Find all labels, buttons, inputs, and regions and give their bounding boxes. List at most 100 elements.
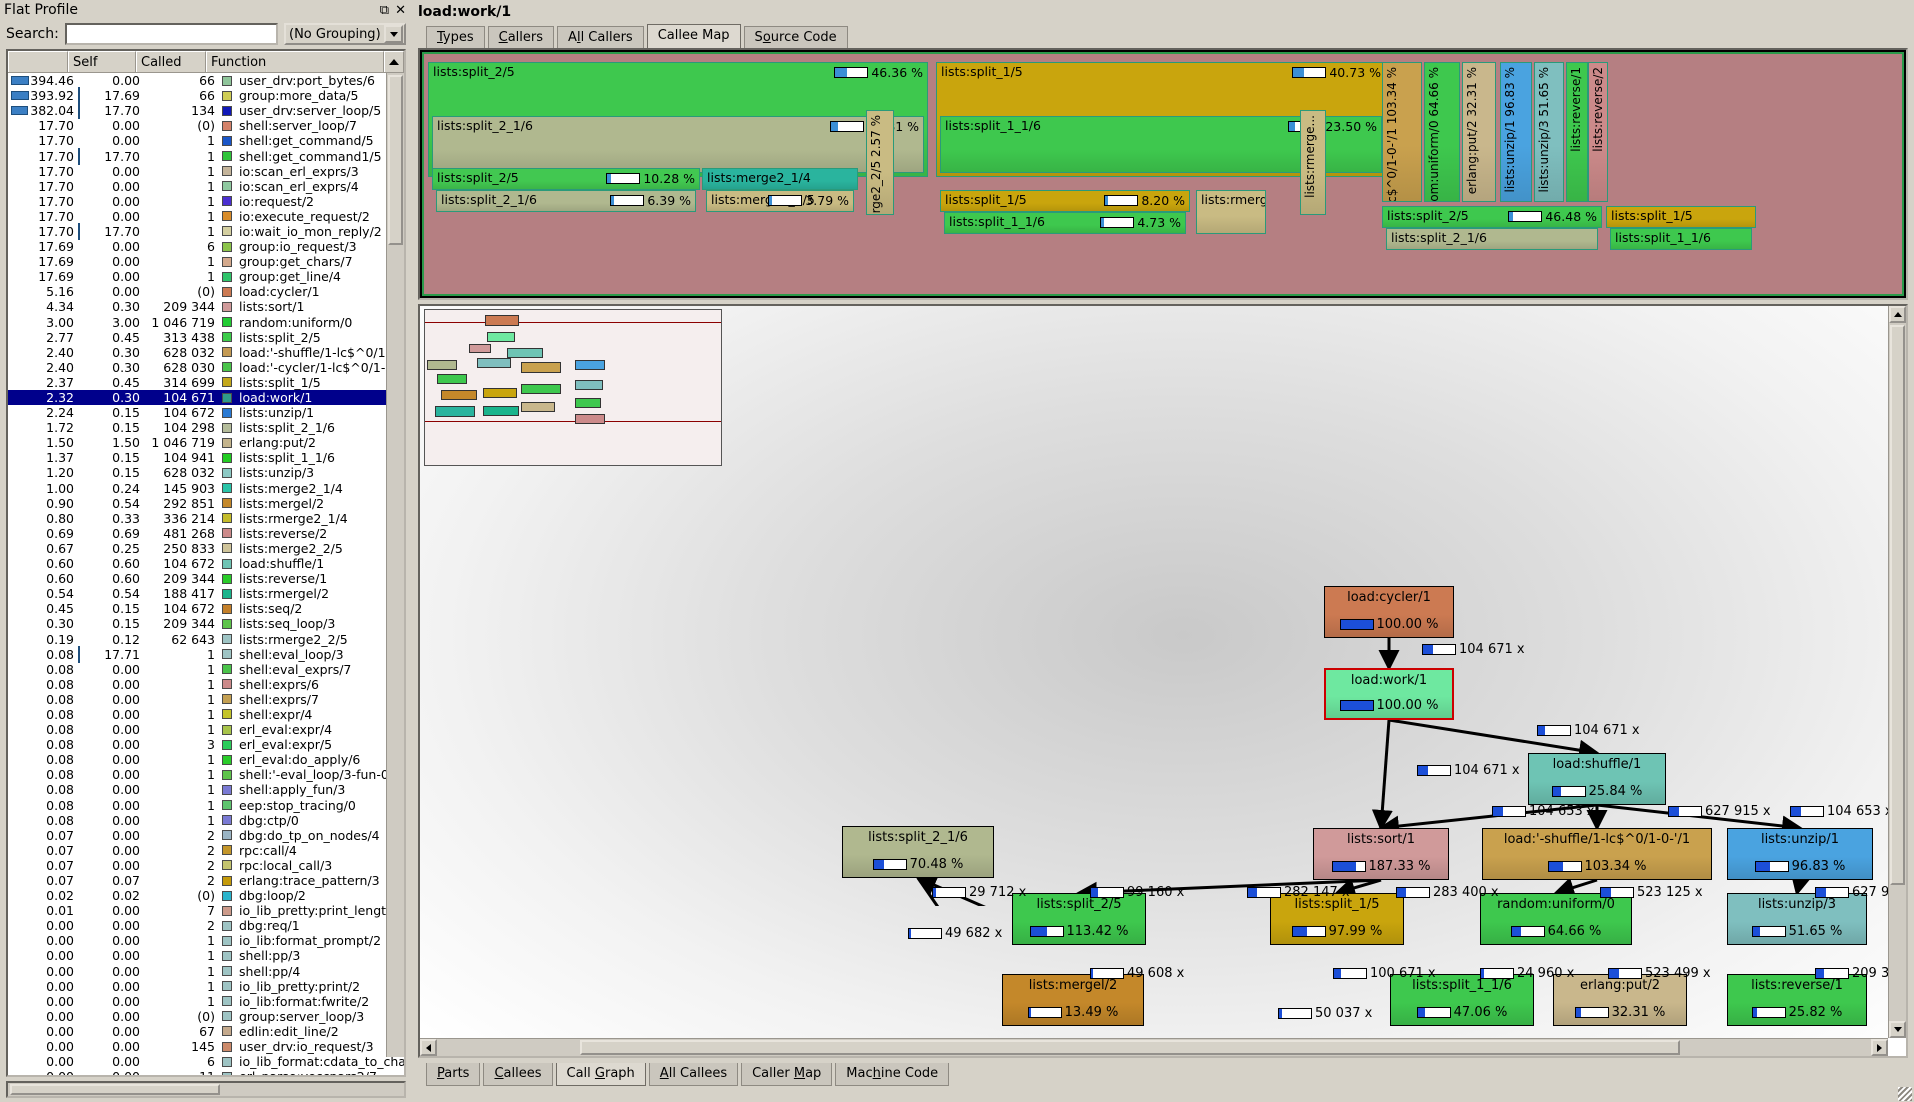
- table-row[interactable]: 0.00 0.00 1 io_lib_pretty:print/2: [8, 979, 404, 994]
- treemap-tile[interactable]: random:uniform/0 64.66 %: [1424, 62, 1460, 202]
- graph-node[interactable]: lists:split_2_1/6 70.48 %: [842, 826, 994, 878]
- scroll-up-icon[interactable]: [384, 51, 404, 72]
- treemap-tile[interactable]: lists:split_1_1/6 4.73 %: [944, 212, 1186, 234]
- treemap-tile[interactable]: lists:split_1/5 8.20 %: [940, 190, 1190, 212]
- table-row[interactable]: 0.00 0.00 6 io_lib_format:cdata_to_char...: [8, 1054, 404, 1069]
- chevron-down-icon[interactable]: [384, 25, 403, 43]
- float-icon[interactable]: ⧉: [380, 4, 389, 17]
- table-row[interactable]: 394.46 0.00 66 user_drv:port_bytes/6: [8, 73, 404, 88]
- column-header-function[interactable]: Function: [206, 51, 384, 72]
- table-body[interactable]: 394.46 0.00 66 user_drv:port_bytes/6 393.92 1…: [8, 73, 404, 1075]
- table-row[interactable]: 0.08 0.00 1 shell:expr/4: [8, 707, 404, 722]
- tab-all-callers[interactable]: All Callers: [557, 26, 644, 49]
- treemap-tile[interactable]: erlang:put/2 32.31 %: [1462, 62, 1496, 202]
- column-header-incl[interactable]: [8, 51, 68, 72]
- tab-callees[interactable]: Callees: [483, 1063, 553, 1086]
- scrollbar-thumb[interactable]: [1890, 325, 1905, 885]
- callee-map-treemap[interactable]: lists:split_2/546.36 %lists:split_2_1/62…: [418, 48, 1908, 300]
- table-row[interactable]: 0.08 0.00 1 shell:apply_fun/3: [8, 782, 404, 797]
- table-row[interactable]: 0.45 0.15 104 672 lists:seq/2: [8, 601, 404, 616]
- treemap-tile[interactable]: lists:rmerge2...: [1196, 190, 1266, 234]
- graph-node[interactable]: lists:reverse/1 25.82 %: [1727, 974, 1867, 1026]
- graph-node[interactable]: lists:sort/1 187.33 %: [1313, 828, 1449, 880]
- graph-node[interactable]: lists:mergel/2 13.49 %: [1002, 974, 1144, 1026]
- tab-all-callees[interactable]: All Callees: [648, 1063, 739, 1086]
- close-icon[interactable]: ✕: [395, 4, 406, 17]
- tab-source-code[interactable]: Source Code: [743, 26, 848, 49]
- table-row[interactable]: 0.80 0.33 336 214 lists:rmerge2_1/4: [8, 511, 404, 526]
- table-row[interactable]: 17.70 0.00 1 io:scan_erl_exprs/3: [8, 164, 404, 179]
- graph-node[interactable]: load:'-shuffle/1-lc$^0/1-0-'/1 103.34 %: [1482, 828, 1712, 880]
- table-row[interactable]: 1.37 0.15 104 941 lists:split_1_1/6: [8, 450, 404, 465]
- resize-grip-icon[interactable]: [1898, 1087, 1912, 1101]
- tab-callers[interactable]: Callers: [487, 26, 555, 49]
- table-row[interactable]: 0.07 0.00 2 dbg:do_tp_on_nodes/4: [8, 828, 404, 843]
- table-row[interactable]: 0.08 0.00 1 eep:stop_tracing/0: [8, 798, 404, 813]
- treemap-tile[interactable]: lists:merge2_2/5 2.57 %: [866, 110, 894, 215]
- scrollbar-thumb[interactable]: [580, 1040, 1680, 1055]
- table-row[interactable]: 0.08 17.71 1 shell:eval_loop/3: [8, 645, 404, 663]
- graph-node[interactable]: load:shuffle/1 25.84 %: [1528, 753, 1666, 805]
- table-row[interactable]: 2.24 0.15 104 672 lists:unzip/1: [8, 405, 404, 420]
- treemap-tile[interactable]: lists:split_1_1/6: [1610, 228, 1752, 250]
- top-tab-bar[interactable]: Types Callers All Callers Callee Map Source …: [412, 24, 1914, 49]
- table-row[interactable]: 0.60 0.60 104 672 load:shuffle/1: [8, 556, 404, 571]
- table-row[interactable]: 0.00 0.00 1 io_lib:format_prompt/2: [8, 933, 404, 948]
- table-row[interactable]: 0.08 0.00 1 shell:'-eval_loop/3-fun-0-'/3: [8, 767, 404, 782]
- column-header-self[interactable]: Self: [68, 51, 136, 72]
- graph-node[interactable]: load:cycler/1 100.00 %: [1324, 586, 1454, 638]
- treemap-tile[interactable]: lists:unzip/3 51.65 %: [1534, 62, 1564, 202]
- table-row[interactable]: 382.04 17.70 134 user_drv:server_loop/5: [8, 102, 404, 120]
- treemap-tile[interactable]: lists:split_2_1/628.81 %: [432, 116, 924, 173]
- table-row[interactable]: 0.07 0.00 2 rpc:call/4: [8, 843, 404, 858]
- table-row[interactable]: 3.00 3.00 1 046 719 random:uniform/0: [8, 315, 404, 330]
- table-row[interactable]: 2.40 0.30 628 032 load:'-shuffle/1-lc$^0/1-…: [8, 345, 404, 360]
- graph-vertical-scrollbar[interactable]: [1888, 306, 1906, 1038]
- treemap-tile[interactable]: lists:merge2_2/5 3.79 %: [706, 190, 854, 212]
- table-row[interactable]: 2.32 0.30 104 671 load:work/1: [8, 389, 404, 406]
- graph-horizontal-scrollbar[interactable]: [420, 1038, 1888, 1056]
- treemap-tile[interactable]: lists:split_2/5 46.48 %: [1382, 206, 1602, 228]
- call-graph-canvas[interactable]: load:cycler/1 100.00 % load:work/1 100.00 %…: [420, 306, 1888, 1038]
- table-row[interactable]: 1.72 0.15 104 298 lists:split_2_1/6: [8, 420, 404, 435]
- scroll-left-icon[interactable]: [420, 1039, 437, 1056]
- tab-parts[interactable]: Parts: [426, 1063, 481, 1086]
- table-row[interactable]: 0.07 0.00 2 rpc:local_call/3: [8, 858, 404, 873]
- table-row[interactable]: 0.08 0.00 3 erl_eval:expr/5: [8, 737, 404, 752]
- grouping-select[interactable]: (No Grouping): [284, 23, 406, 45]
- treemap-tile[interactable]: lists:split_2/5 10.28 %: [432, 168, 700, 190]
- table-row[interactable]: 0.08 0.00 1 dbg:ctp/0: [8, 813, 404, 828]
- graph-node[interactable]: erlang:put/2 32.31 %: [1553, 974, 1687, 1026]
- treemap-tile[interactable]: lists:rmerge...: [1300, 110, 1326, 215]
- table-row[interactable]: 0.00 0.00 67 edlin:edit_line/2: [8, 1024, 404, 1039]
- graph-overview-minimap[interactable]: [424, 309, 722, 466]
- tab-callee-map[interactable]: Callee Map: [646, 24, 741, 48]
- table-row[interactable]: 17.70 0.00 1 io:scan_erl_exprs/4: [8, 179, 404, 194]
- table-row[interactable]: 0.60 0.60 209 344 lists:reverse/1: [8, 571, 404, 586]
- scroll-right-icon[interactable]: [1871, 1039, 1888, 1056]
- table-row[interactable]: 0.08 0.00 1 shell:eval_exprs/7: [8, 662, 404, 677]
- table-row[interactable]: 0.08 0.00 1 shell:exprs/6: [8, 677, 404, 692]
- treemap-tile[interactable]: lists:reverse/1: [1566, 62, 1588, 202]
- treemap-tile[interactable]: lists:split_2_1/6: [1386, 228, 1598, 250]
- table-row[interactable]: 0.08 0.00 1 erl_eval:do_apply/6: [8, 752, 404, 767]
- table-row[interactable]: 5.16 0.00 (0) load:cycler/1: [8, 284, 404, 299]
- treemap-tile[interactable]: lists:split_2_1/6 6.39 %: [436, 190, 696, 212]
- table-row[interactable]: 0.08 0.00 1 erl_eval:expr/4: [8, 722, 404, 737]
- table-row[interactable]: 0.00 0.00 1 io_lib:format:fwrite/2: [8, 994, 404, 1009]
- table-row[interactable]: 0.90 0.54 292 851 lists:mergel/2: [8, 496, 404, 511]
- table-row[interactable]: 17.70 17.70 1 io:wait_io_mon_reply/2: [8, 222, 404, 240]
- graph-node[interactable]: lists:split_1_1/6 47.06 %: [1390, 974, 1534, 1026]
- table-row[interactable]: 0.00 0.00 2 dbg:req/1: [8, 918, 404, 933]
- table-row[interactable]: 0.02 0.02 (0) dbg:loop/2: [8, 888, 404, 903]
- table-row[interactable]: 0.54 0.54 188 417 lists:rmergel/2: [8, 586, 404, 601]
- table-horizontal-scrollbar[interactable]: [6, 1081, 406, 1098]
- table-row[interactable]: 17.70 17.70 1 shell:get_command1/5: [8, 147, 404, 165]
- treemap-tile[interactable]: load:'-shuffle/1-lc$^0/1-0-'/1 103.34 %: [1382, 62, 1422, 202]
- table-row[interactable]: 0.00 0.00 145 user_drv:io_request/3: [8, 1039, 404, 1054]
- treemap-tile[interactable]: lists:split_1/5: [1606, 206, 1756, 228]
- table-row[interactable]: 2.40 0.30 628 030 load:'-cycler/1-lc$^0/1-0…: [8, 360, 404, 375]
- table-row[interactable]: 2.37 0.45 314 699 lists:split_1/5: [8, 375, 404, 390]
- graph-node[interactable]: lists:unzip/1 96.83 %: [1727, 828, 1873, 880]
- table-row[interactable]: 17.69 0.00 1 group:get_line/4: [8, 269, 404, 284]
